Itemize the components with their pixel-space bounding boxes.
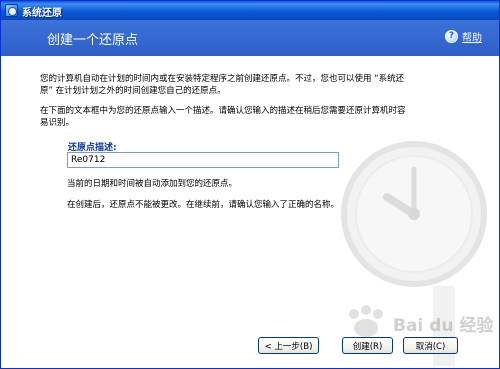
description-input[interactable] (67, 152, 339, 168)
back-button[interactable]: < 上一步(B) (258, 337, 319, 354)
instruction-text: 在下面的文本框中为您的还原点输入一个描述。请确认您输入的描述在稍后您需要还原计算… (40, 106, 406, 128)
clock-watermark-icon (341, 141, 487, 287)
date-note: 当前的日期和时间被自动添加到您的还原点。 (67, 179, 238, 189)
help-icon[interactable]: ? (445, 30, 458, 43)
create-button[interactable]: 创建(R) (342, 337, 393, 354)
system-restore-icon (5, 4, 18, 17)
help-link[interactable]: ? 帮助 (445, 29, 482, 44)
help-label[interactable]: 帮助 (462, 29, 482, 44)
title-bar[interactable]: 系统还原 (1, 1, 499, 20)
baidu-watermark-text: Bai du 经验 (393, 316, 494, 336)
warning-note: 在创建后，还原点不能被更改。在继续前，请确认您输入了正确的名称。 (67, 200, 340, 210)
header-band: 创建一个还原点 ? 帮助 (1, 20, 499, 56)
page-title: 创建一个还原点 (47, 33, 139, 48)
content-area: Bai du 经验 您的计算机自动在计划的时间内或在安装特定程序之前创建还原点。… (1, 56, 499, 368)
window-title: 系统还原 (22, 8, 62, 19)
system-restore-window: 系统还原 创建一个还原点 ? 帮助 Bai du 经验 您的计算机自动在计划的时… (0, 0, 500, 369)
intro-text: 您的计算机自动在计划的时间内或在安装特定程序之前创建还原点。不过，您也可以使用 … (40, 74, 405, 96)
cancel-button[interactable]: 取消(C) (403, 337, 458, 354)
